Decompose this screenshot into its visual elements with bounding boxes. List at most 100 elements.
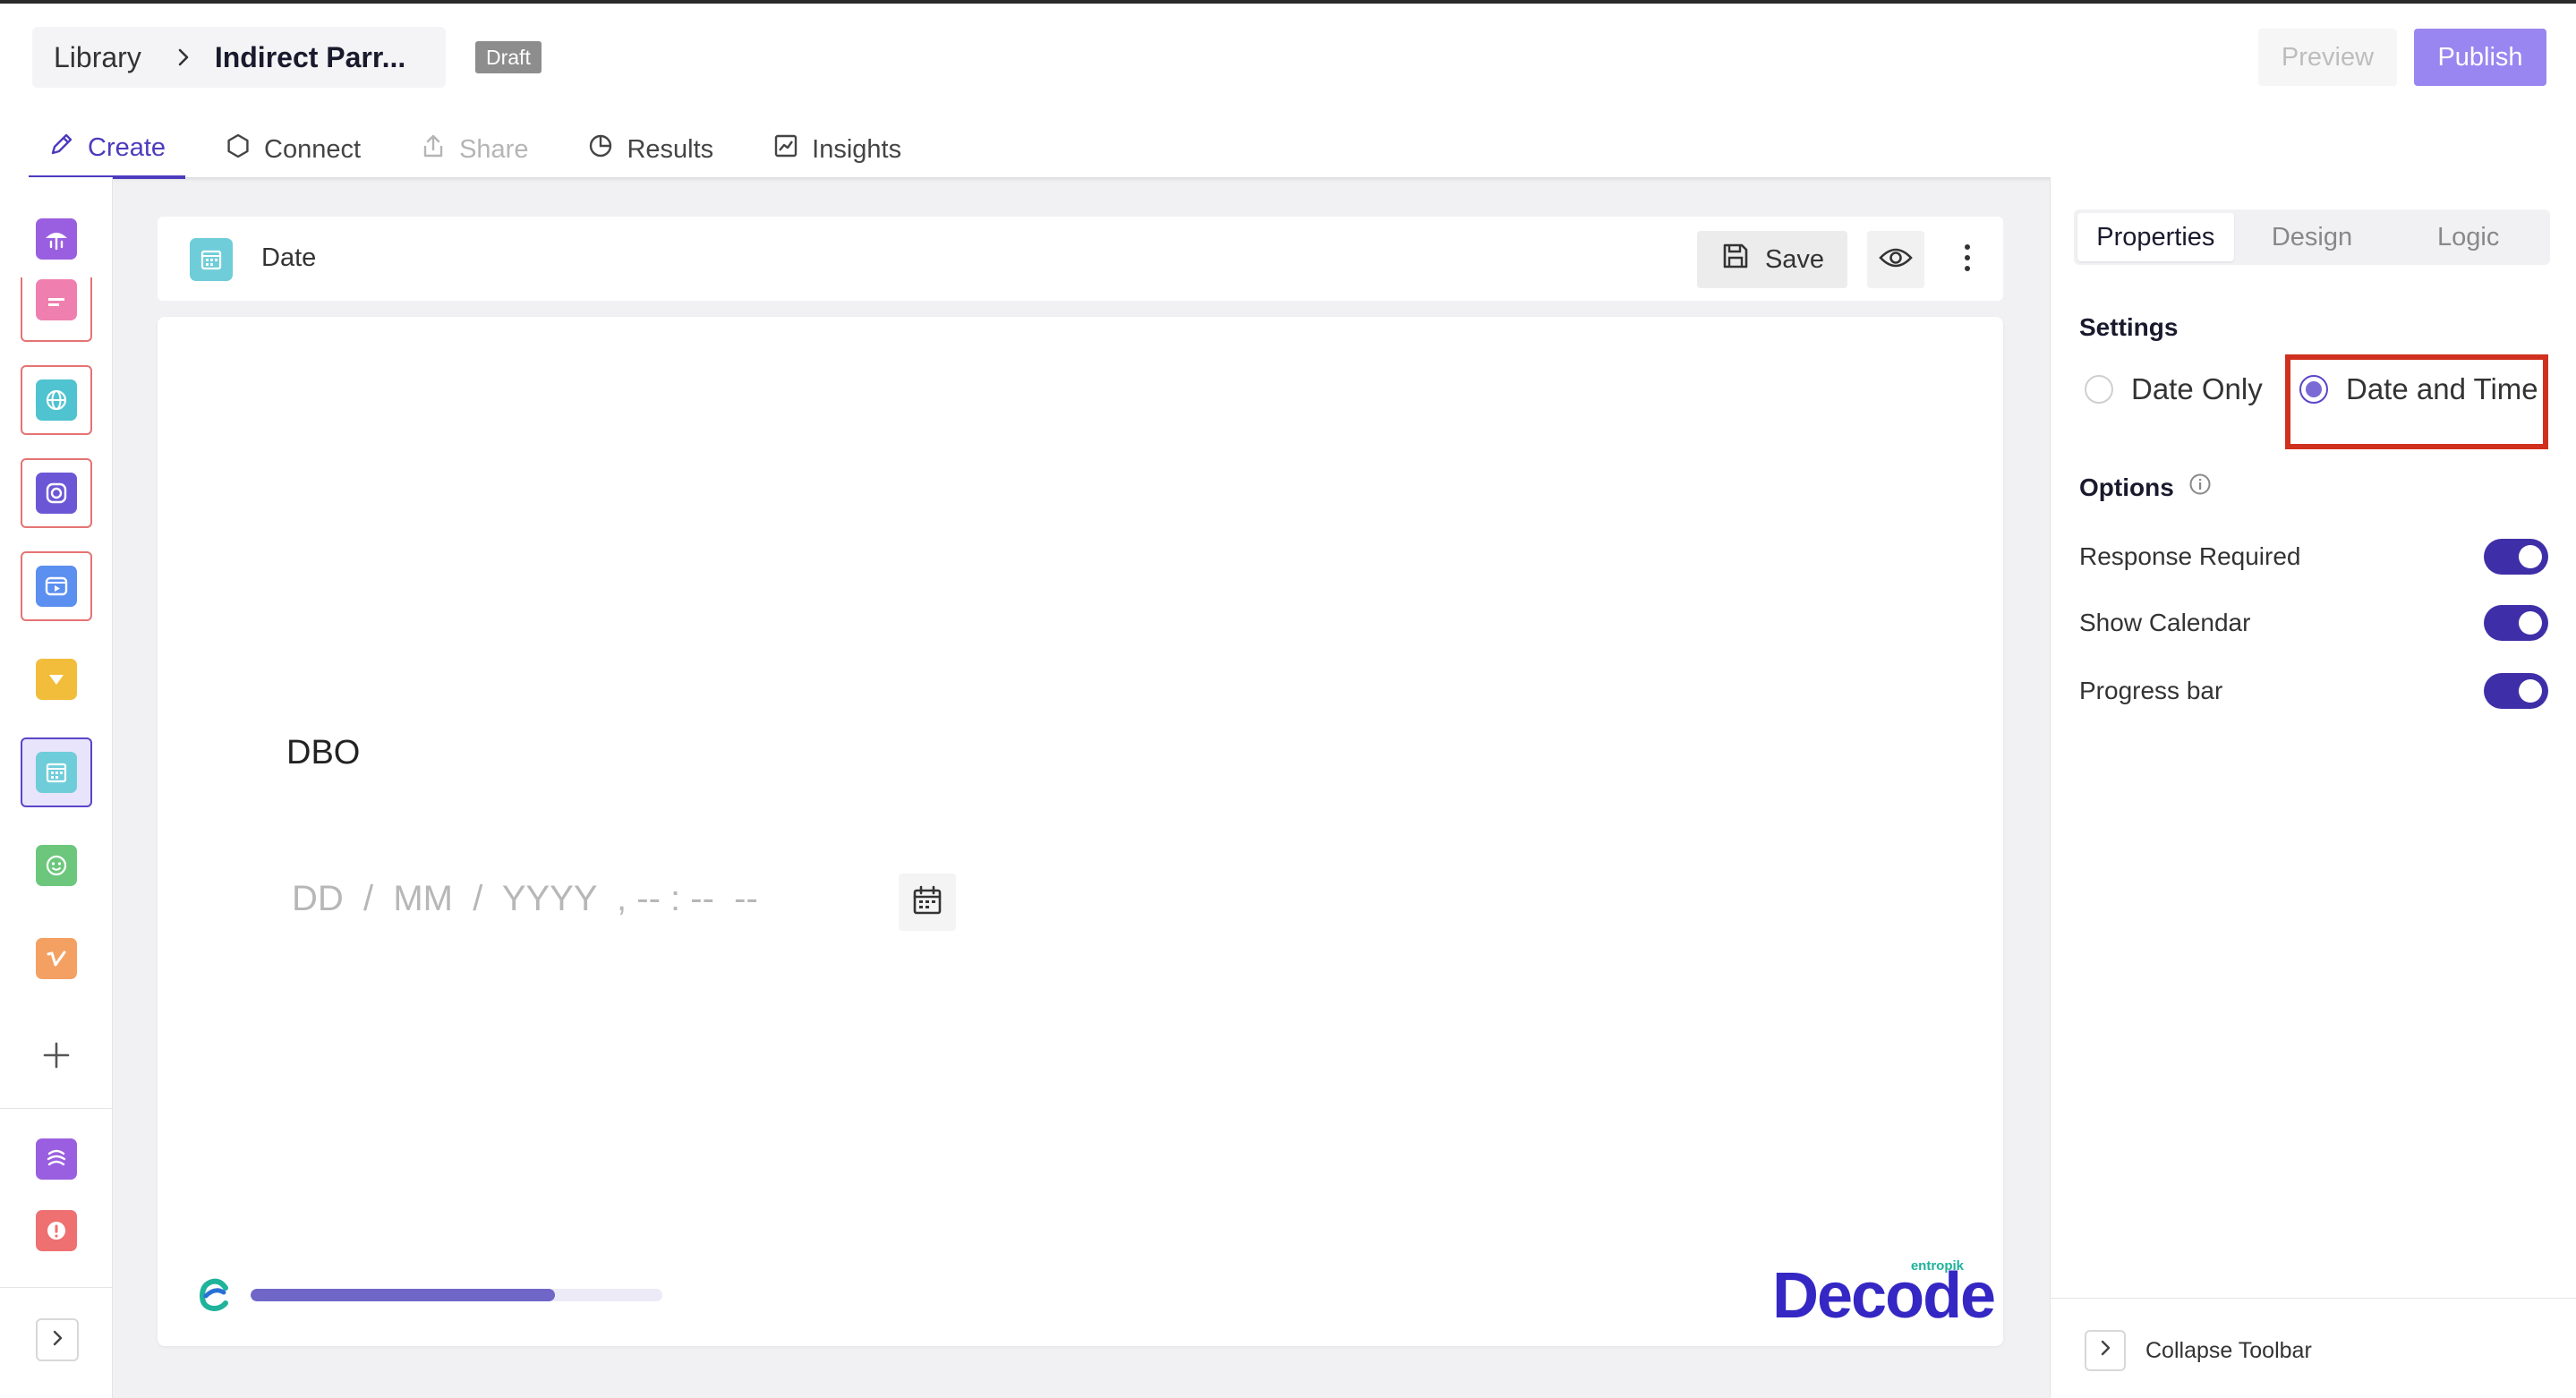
line-chart-icon: [772, 132, 812, 166]
tab-insights[interactable]: Insights: [753, 120, 921, 179]
sidebar-divider: [0, 1108, 113, 1109]
decode-logo: entropik Decode: [1772, 1258, 1996, 1328]
question-preview-card: DBO DD / MM / YYYY , -- : -- -- entropik…: [158, 317, 2003, 1346]
question-type-label: Date: [261, 243, 317, 272]
sidebar-divider: [0, 1287, 113, 1288]
hexagon-icon: [225, 132, 264, 166]
breadcrumb: Library Indirect Parr...: [32, 27, 446, 88]
response-required-toggle[interactable]: [2484, 539, 2548, 575]
top-header: Library Indirect Parr... Draft Preview P…: [0, 0, 2576, 179]
block-welcome[interactable]: [21, 204, 92, 274]
panel-divider: [2051, 1298, 2576, 1299]
website-block-icon: [36, 379, 77, 421]
options-heading-label: Options: [2079, 473, 2174, 501]
question-header: Date Save: [158, 217, 2003, 301]
block-instagram[interactable]: [21, 458, 92, 528]
tab-insights-label: Insights: [812, 134, 902, 164]
question-text[interactable]: DBO: [286, 734, 360, 772]
properties-panel: Properties Design Logic Settings Date On…: [2050, 177, 2576, 1398]
tab-create[interactable]: Create: [29, 120, 186, 179]
collapse-toolbar-label: Collapse Toolbar: [2145, 1337, 2312, 1363]
pencil-icon: [48, 131, 88, 165]
text-block-icon: [36, 279, 77, 320]
progress-bar: [251, 1289, 662, 1301]
tab-connect[interactable]: Connect: [205, 120, 380, 179]
option-show-calendar: Show Calendar: [2079, 605, 2548, 641]
disqualify-icon: [36, 1210, 77, 1251]
publish-button[interactable]: Publish: [2414, 29, 2546, 86]
block-end-screen[interactable]: [21, 1124, 92, 1194]
block-smiley[interactable]: [21, 831, 92, 900]
option-progress-bar: Progress bar: [2079, 673, 2548, 709]
add-block-button[interactable]: [21, 1022, 92, 1092]
decode-logo-word: Decode: [1772, 1260, 1996, 1332]
dropdown-block-icon: [36, 659, 77, 700]
block-dropdown[interactable]: [21, 644, 92, 714]
option-label: Show Calendar: [2079, 609, 2251, 636]
info-icon[interactable]: [2174, 473, 2212, 502]
chevron-right-icon: [175, 47, 192, 67]
progress-bar-toggle[interactable]: [2484, 673, 2548, 709]
show-calendar-toggle[interactable]: [2484, 605, 2548, 641]
option-label: Progress bar: [2079, 677, 2223, 704]
study-title[interactable]: Indirect Parr...: [215, 41, 405, 74]
block-text[interactable]: [21, 277, 92, 342]
preview-button[interactable]: Preview: [2258, 29, 2397, 86]
tab-logic[interactable]: Logic: [2390, 213, 2546, 261]
chevron-right-icon: [2097, 1338, 2113, 1364]
share-icon: [420, 132, 459, 166]
date-block-icon: [36, 752, 77, 793]
add-block-icon: [41, 1040, 72, 1075]
video-block-icon: [36, 566, 77, 607]
calendar-icon: [911, 884, 943, 921]
highlight-annotation: [2285, 354, 2548, 449]
date-block-icon: [190, 238, 233, 281]
tab-share-label: Share: [459, 134, 529, 164]
save-icon: [1720, 241, 1765, 278]
tab-share[interactable]: Share: [400, 120, 548, 179]
block-disqualify[interactable]: [21, 1196, 92, 1266]
main-tabs: Create Connect Share Results Insights: [29, 120, 941, 179]
tab-design[interactable]: Design: [2234, 213, 2391, 261]
tab-results-label: Results: [627, 134, 714, 164]
radio-date-only[interactable]: Date Only: [2085, 372, 2263, 406]
more-vertical-icon: [1963, 242, 1972, 278]
properties-tabs: Properties Design Logic: [2074, 209, 2550, 265]
eye-icon: [1878, 245, 1914, 275]
calendar-button[interactable]: [899, 874, 956, 931]
pie-chart-icon: [587, 132, 627, 166]
tab-create-label: Create: [88, 132, 166, 162]
settings-heading: Settings: [2079, 313, 2179, 341]
more-options-button[interactable]: [1939, 231, 1996, 288]
tab-connect-label: Connect: [264, 134, 362, 164]
expand-sidebar-button[interactable]: [36, 1318, 79, 1361]
block-vimeo[interactable]: [21, 924, 92, 993]
preview-question-button[interactable]: [1867, 231, 1924, 288]
tab-properties[interactable]: Properties: [2077, 213, 2234, 261]
breadcrumb-library-link[interactable]: Library: [54, 41, 141, 74]
smiley-block-icon: [36, 845, 77, 886]
radio-button[interactable]: [2085, 375, 2113, 404]
end-screen-icon: [36, 1138, 77, 1180]
option-response-required: Response Required: [2079, 539, 2548, 575]
status-badge: Draft: [475, 41, 542, 73]
block-sidebar: [0, 177, 113, 1398]
collapse-toolbar[interactable]: Collapse Toolbar: [2085, 1330, 2312, 1371]
progress-fill: [251, 1289, 556, 1301]
tab-results[interactable]: Results: [567, 120, 733, 179]
collapse-toolbar-button[interactable]: [2085, 1330, 2126, 1371]
welcome-block-icon: [36, 218, 77, 260]
options-heading: Options: [2079, 473, 2212, 502]
block-date[interactable]: [21, 737, 92, 807]
entropik-logo-icon: [195, 1276, 233, 1318]
radio-date-only-label: Date Only: [2131, 372, 2263, 405]
date-time-input[interactable]: DD / MM / YYYY , -- : -- --: [292, 879, 758, 919]
block-video[interactable]: [21, 551, 92, 621]
save-button[interactable]: Save: [1697, 231, 1847, 288]
save-label: Save: [1764, 244, 1825, 274]
chevron-right-icon: [49, 1328, 65, 1352]
instagram-block-icon: [36, 473, 77, 514]
vimeo-block-icon: [36, 938, 77, 979]
block-website[interactable]: [21, 365, 92, 435]
option-label: Response Required: [2079, 542, 2301, 570]
